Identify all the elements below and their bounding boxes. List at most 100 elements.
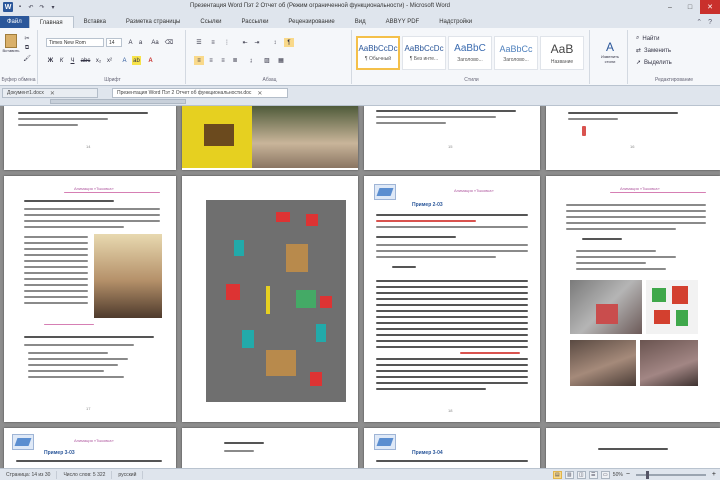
increase-indent-icon[interactable]: ⇥ [252, 38, 262, 47]
customize-qat-icon[interactable]: ▾ [49, 3, 57, 11]
zoom-in-icon[interactable]: + [712, 471, 716, 478]
change-styles-button[interactable]: A Изменить стили [596, 34, 624, 70]
decrease-indent-icon[interactable]: ⇤ [240, 38, 250, 47]
tab-view[interactable]: Вид [345, 16, 376, 28]
page-23[interactable] [182, 428, 358, 468]
style-heading-1[interactable]: AaBbC Заголово... [448, 36, 492, 70]
select-arrow-icon: ➚ [636, 60, 642, 66]
page-16[interactable]: 15 [364, 106, 540, 170]
language-status[interactable]: русский [112, 470, 144, 479]
tab-file[interactable]: Файл [0, 16, 29, 28]
tab-page-layout[interactable]: Разметка страницы [116, 16, 190, 28]
select-button[interactable]: ➚ Выделить [636, 58, 706, 67]
align-left-icon[interactable]: ≡ [194, 56, 204, 65]
format-painter-icon[interactable]: 🖌 [22, 54, 32, 62]
shrink-font-icon[interactable]: a [136, 38, 145, 47]
bullets-icon[interactable]: ☰ [194, 38, 204, 47]
photo-yellow-box [182, 106, 252, 168]
paragraph-group-label: Абзац [262, 77, 277, 83]
close-tab-icon[interactable]: ✕ [257, 90, 262, 97]
justify-icon[interactable]: ≣ [230, 56, 240, 65]
font-color-icon[interactable]: A [146, 56, 155, 65]
show-marks-icon[interactable]: ¶ [284, 38, 294, 47]
style-normal[interactable]: AaBbCcDc ¶ Обычный [356, 36, 400, 70]
zoom-out-icon[interactable]: − [626, 471, 630, 478]
page-19[interactable] [182, 176, 358, 422]
outline-view-icon[interactable]: ☰ [588, 470, 598, 479]
page-17[interactable]: 16 [546, 106, 720, 170]
page-count-status[interactable]: Страница: 14 из 30 [0, 470, 58, 479]
superscript-icon[interactable]: x² [105, 56, 114, 65]
page-22[interactable]: Анимация «Тыковка» Пример 3-03 [4, 428, 176, 468]
multilevel-list-icon[interactable]: ⋮ [222, 38, 232, 47]
doc-tab-2[interactable]: Презентация Word Пэт 2 Отчет об функцион… [112, 88, 288, 98]
font-name-select[interactable]: Times New Rom [46, 38, 104, 47]
paste-button[interactable]: Вставить [3, 32, 19, 54]
underline-icon[interactable]: Ч [68, 56, 77, 65]
zoom-slider-thumb[interactable] [645, 470, 649, 479]
clear-format-icon[interactable]: ⌫ [164, 38, 174, 47]
zoom-level[interactable]: 50% [613, 472, 623, 478]
print-layout-view-icon[interactable]: ▤ [552, 470, 562, 479]
replace-button[interactable]: ⇄ Заменить [636, 46, 706, 55]
ribbon-collapse-icon[interactable]: ⌃ [696, 18, 702, 26]
page-18[interactable]: Анимация «Тыковка» 17 [4, 176, 176, 422]
tab-addins[interactable]: Надстройки [429, 16, 482, 28]
bold-icon[interactable]: Ж [46, 56, 55, 65]
subscript-icon[interactable]: x₂ [94, 56, 103, 65]
maximize-icon[interactable]: □ [680, 0, 700, 14]
undo-icon[interactable]: ↶ [27, 3, 35, 11]
page-21[interactable]: Анимация «Тыковка» [546, 176, 720, 422]
ribbon: Вставить ✂ ⧉ 🖌 Буфер обмена Times New Ro… [0, 28, 720, 86]
page-24[interactable]: Пример 3-04 [364, 428, 540, 468]
copy-icon[interactable]: ⧉ [22, 44, 32, 52]
close-icon[interactable]: ✕ [700, 0, 720, 14]
grow-font-icon[interactable]: A [126, 38, 135, 47]
window-title: Презентация Word Пэт 2 Отчет об (Режим о… [190, 3, 450, 9]
page-20[interactable]: Анимация «Тыковка» Пример 2-03 18 [364, 176, 540, 422]
tab-abbyy-pdf[interactable]: ABBYY PDF [376, 16, 430, 28]
font-size-select[interactable]: 14 [106, 38, 122, 47]
tab-insert[interactable]: Вставка [74, 16, 116, 28]
page-number: 14 [86, 144, 91, 149]
word-count-status[interactable]: Число слов: 5 322 [57, 470, 113, 479]
save-icon[interactable]: ▪ [16, 3, 24, 11]
shading-icon[interactable]: ▨ [262, 56, 272, 65]
highlight-icon[interactable]: ab [132, 56, 141, 65]
borders-icon[interactable]: ▦ [276, 56, 286, 65]
numbering-icon[interactable]: ≡ [208, 38, 218, 47]
editing-group-label: Редактирование [654, 77, 694, 83]
page-25[interactable] [546, 428, 720, 468]
find-button[interactable]: ⌕ Найти [636, 34, 706, 43]
page-14[interactable]: 14 [4, 106, 176, 170]
help-icon[interactable]: ? [708, 19, 712, 26]
redo-icon[interactable]: ↷ [38, 3, 46, 11]
web-layout-icon[interactable]: ◫ [576, 470, 586, 479]
tab-home[interactable]: Главная [28, 16, 74, 28]
tab-references[interactable]: Ссылки [190, 16, 231, 28]
strikethrough-icon[interactable]: abc [80, 56, 91, 65]
close-tab-icon[interactable]: ✕ [50, 90, 55, 97]
align-right-icon[interactable]: ≡ [218, 56, 228, 65]
font-group-label: Шрифт [104, 77, 121, 83]
zoom-slider[interactable] [635, 470, 706, 479]
align-center-icon[interactable]: ≡ [206, 56, 216, 65]
tab-mailings[interactable]: Рассылки [231, 16, 278, 28]
document-canvas[interactable]: 14 15 16 Анимация «Тыковка» 17 Анимация … [0, 106, 720, 468]
draft-view-icon[interactable]: ▭ [600, 470, 610, 479]
text-effects-icon[interactable]: A [120, 56, 129, 65]
sort-icon[interactable]: ↕ [270, 38, 280, 47]
full-screen-reading-icon[interactable]: ▥ [564, 470, 574, 479]
word-app-icon[interactable]: W [3, 2, 13, 12]
style-no-spacing[interactable]: AaBbCcDc ¶ Без инте... [402, 36, 446, 70]
doc-tab-1[interactable]: Документ1.docx ✕ [2, 88, 98, 98]
line-spacing-icon[interactable]: ↨ [246, 56, 256, 65]
change-case-icon[interactable]: Aa [150, 38, 160, 47]
style-heading-2[interactable]: AaBbCc Заголово... [494, 36, 538, 70]
style-title[interactable]: AaB Название [540, 36, 584, 70]
minimize-icon[interactable]: – [660, 0, 680, 14]
tab-review[interactable]: Рецензирование [278, 16, 344, 28]
cut-icon[interactable]: ✂ [22, 34, 32, 42]
italic-icon[interactable]: К [57, 56, 66, 65]
page-15[interactable] [182, 106, 358, 170]
